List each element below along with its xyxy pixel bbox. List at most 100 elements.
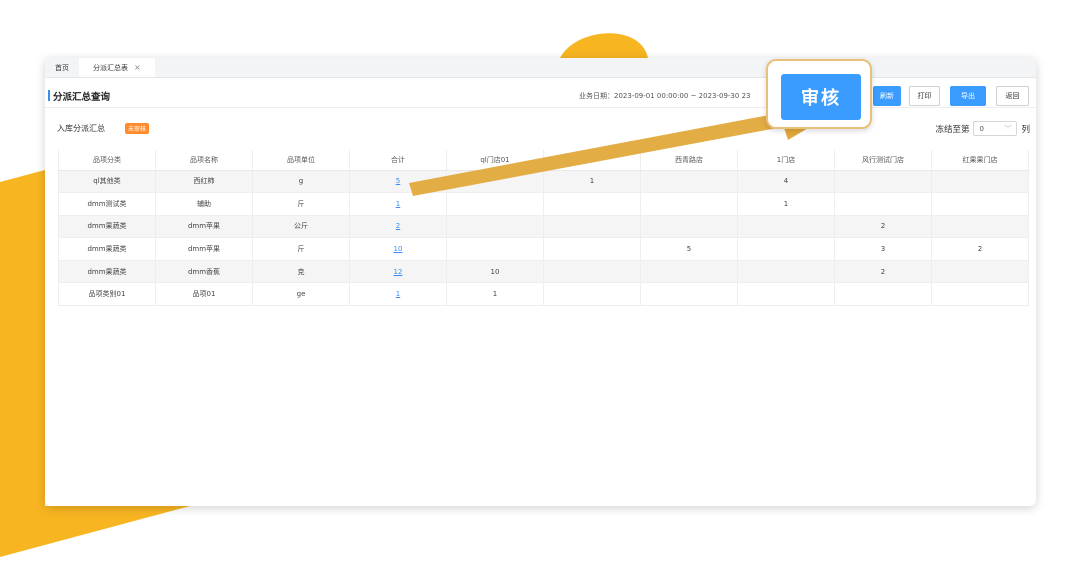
table-cell: ql其他类 (58, 170, 156, 194)
table-cell: dmm果蔬类 (58, 215, 156, 239)
table-cell: dmm果蔬类 (58, 237, 156, 261)
table-cell (737, 260, 835, 284)
close-icon[interactable]: × (134, 63, 141, 72)
table-cell: dmm苹果 (155, 237, 253, 261)
table-cell: 品项01 (155, 282, 253, 307)
col-header-store-xiqing: 西青路店 (640, 150, 738, 171)
app-window: 首页 分派汇总表 × 分派汇总查询 业务日期：2023-09-01 00:00:… (45, 58, 1036, 506)
table-cell (640, 260, 738, 284)
table-row: dmm果蔬类 dmm苹果 斤 10 5 3 2 (58, 237, 1029, 261)
table-cell (543, 260, 641, 284)
table-cell (640, 215, 738, 239)
tab-dispatch-summary-label: 分派汇总表 (93, 63, 128, 72)
total-link[interactable]: 2 (396, 222, 400, 230)
table-cell: 克 (252, 260, 350, 284)
title-accent-bar (48, 90, 50, 101)
table-cell (737, 282, 835, 307)
table-cell: g (252, 170, 350, 194)
table-cell: 10 (446, 260, 544, 284)
section-title: 入库分派汇总 (57, 124, 105, 133)
table-cell (543, 192, 641, 216)
table-cell: 西红柿 (155, 170, 253, 194)
table-cell (446, 237, 544, 261)
table-cell: dmm香蕉 (155, 260, 253, 284)
tab-home[interactable]: 首页 (45, 58, 79, 77)
freeze-column-select[interactable]: 0 ﹀ (973, 121, 1018, 136)
total-cell: 2 (349, 215, 447, 239)
col-header-store-1: 1门店 (737, 150, 835, 171)
total-cell: 5 (349, 170, 447, 194)
total-link[interactable]: 12 (394, 268, 403, 276)
chevron-down-icon: ﹀ (1004, 124, 1012, 133)
total-cell: 10 (349, 237, 447, 261)
table-cell: 辅助 (155, 192, 253, 216)
table-cell (834, 170, 932, 194)
col-header-store-hidden (543, 150, 641, 171)
table-cell (543, 215, 641, 239)
screenshot-stage: 首页 分派汇总表 × 分派汇总查询 业务日期：2023-09-01 00:00:… (0, 0, 1080, 565)
col-header-unit: 品项单位 (252, 150, 350, 171)
summary-subheader: 入库分派汇总 未审核 冻结至第 0 ﹀ 列 (45, 108, 1036, 146)
table-row: dmm果蔬类 dmm苹果 公斤 2 2 (58, 215, 1029, 239)
table-cell (446, 192, 544, 216)
freeze-column-value: 0 (979, 124, 984, 133)
table-cell: 1 (543, 170, 641, 194)
table-cell (640, 192, 738, 216)
table-cell (446, 215, 544, 239)
total-cell: 1 (349, 282, 447, 307)
total-link[interactable]: 1 (396, 290, 400, 298)
page-header: 分派汇总查询 业务日期：2023-09-01 00:00:00 ~ 2023-0… (45, 78, 1036, 108)
table-cell (640, 170, 738, 194)
freeze-columns-control: 冻结至第 0 ﹀ 列 (935, 121, 1030, 136)
total-link[interactable]: 10 (394, 245, 403, 253)
table-cell (543, 282, 641, 307)
table-header-row: 品项分类 品项名称 品项单位 合计 ql门店01 西青路店 1门店 风行测试门店… (58, 150, 1029, 171)
table-cell (446, 170, 544, 194)
table-cell: 5 (640, 237, 738, 261)
col-header-item-name: 品项名称 (155, 150, 253, 171)
table-cell (931, 215, 1029, 239)
table-cell: 2 (834, 260, 932, 284)
table-cell (543, 237, 641, 261)
summary-table: 品项分类 品项名称 品项单位 合计 ql门店01 西青路店 1门店 风行测试门店… (58, 150, 1029, 307)
table-row: dmm果蔬类 dmm香蕉 克 12 10 2 (58, 260, 1029, 284)
col-header-store-fengxing: 风行测试门店 (834, 150, 932, 171)
table-cell (737, 237, 835, 261)
table-cell (931, 170, 1029, 194)
table-cell: 1 (446, 282, 544, 307)
total-link[interactable]: 1 (396, 200, 400, 208)
refresh-button[interactable]: 刷新 (873, 86, 901, 106)
table-cell: 2 (931, 237, 1029, 261)
table-cell: 2 (834, 215, 932, 239)
date-range-label: 业务日期：2023-09-01 00:00:00 ~ 2023-09-30 23 (579, 92, 751, 100)
back-button[interactable]: 返回 (996, 86, 1029, 106)
table-cell: dmm测试类 (58, 192, 156, 216)
audit-callout: 审核 (766, 59, 872, 129)
tab-bar: 首页 分派汇总表 × (45, 58, 1036, 78)
table-cell (931, 192, 1029, 216)
table-row: 品项类别01 品项01 ge 1 1 (58, 282, 1029, 307)
col-header-category: 品项分类 (58, 150, 156, 171)
print-button[interactable]: 打印 (909, 86, 940, 106)
yellow-shape-top (560, 33, 648, 58)
total-link[interactable]: 5 (396, 177, 400, 185)
table-cell: 斤 (252, 192, 350, 216)
table-cell: dmm苹果 (155, 215, 253, 239)
table-cell: 4 (737, 170, 835, 194)
table-cell (737, 215, 835, 239)
audit-button[interactable]: 审核 (781, 74, 861, 120)
table-cell: 3 (834, 237, 932, 261)
table-cell (834, 192, 932, 216)
freeze-prefix-label: 冻结至第 (935, 124, 970, 135)
table-cell: 1 (737, 192, 835, 216)
table-row: ql其他类 西红柿 g 5 1 4 (58, 170, 1029, 194)
tab-dispatch-summary[interactable]: 分派汇总表 × (79, 58, 155, 77)
total-cell: 12 (349, 260, 447, 284)
table-cell: ge (252, 282, 350, 307)
table-cell (931, 282, 1029, 307)
export-button[interactable]: 导出 (950, 86, 986, 106)
col-header-total: 合计 (349, 150, 447, 171)
col-header-store-ql01: ql门店01 (446, 150, 544, 171)
table-cell (931, 260, 1029, 284)
table-cell: dmm果蔬类 (58, 260, 156, 284)
